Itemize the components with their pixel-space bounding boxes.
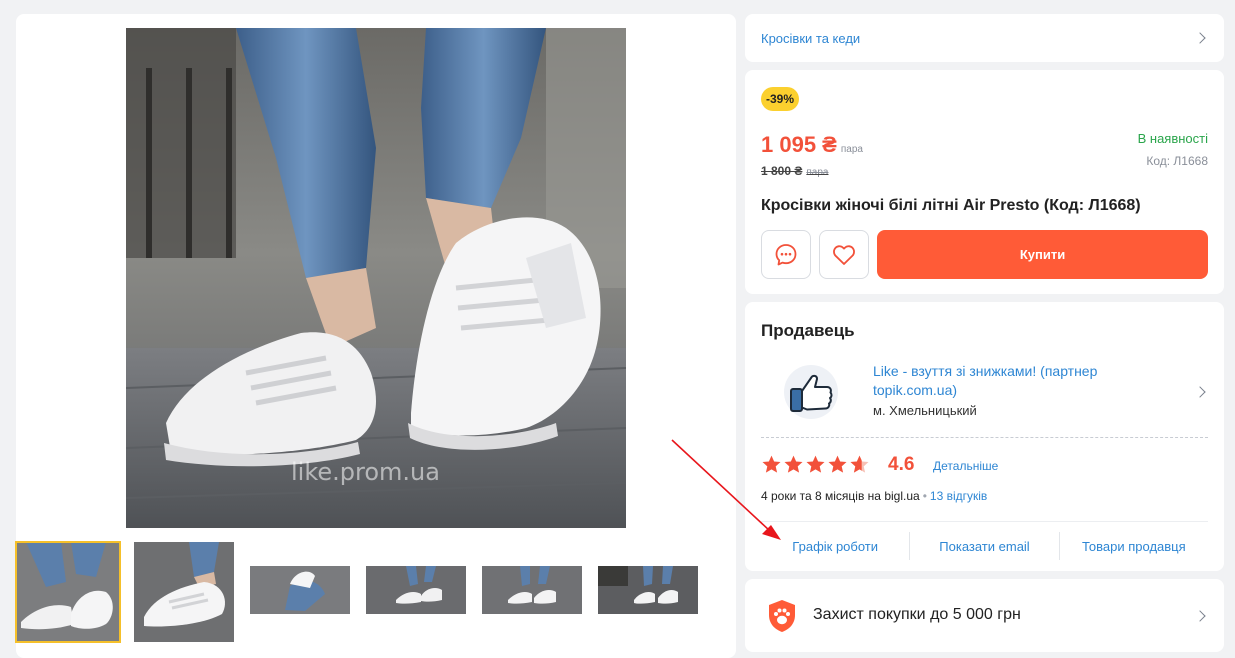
buy-button[interactable]: Купити xyxy=(877,230,1208,279)
seller-logo[interactable] xyxy=(783,364,839,420)
dot-separator: • xyxy=(922,489,927,503)
chevron-right-icon[interactable] xyxy=(1194,386,1206,398)
seller-city: м. Хмельницький xyxy=(873,403,977,418)
heart-icon xyxy=(833,244,855,265)
thumbnail-5[interactable] xyxy=(482,566,582,614)
reviews-link[interactable]: 13 відгуків xyxy=(930,489,987,503)
protection-label: Захист покупки до 5 000 грн xyxy=(813,606,1021,623)
old-price-unit: пара xyxy=(806,167,829,178)
schedule-link[interactable]: Графік роботи xyxy=(761,532,909,560)
watermark-text: like.prom.ua xyxy=(291,458,440,486)
stock-status: В наявності xyxy=(1137,131,1208,146)
product-code: Код: Л1668 xyxy=(1146,154,1208,168)
star-icon xyxy=(806,455,825,473)
star-half-icon xyxy=(850,455,869,473)
category-label: Кросівки та кеди xyxy=(761,30,861,46)
category-link[interactable]: Кросівки та кеди xyxy=(745,14,1224,62)
star-icon xyxy=(762,455,781,473)
price-value: 1 095 ₴ xyxy=(761,132,837,157)
seller-name-link[interactable]: Like - взуття зі знижками! (партнер topi… xyxy=(873,362,1143,400)
old-price-value: 1 800 ₴ xyxy=(761,164,803,178)
purchase-protection-link[interactable]: Захист покупки до 5 000 грн xyxy=(745,579,1224,652)
favorite-button[interactable] xyxy=(819,230,869,279)
thumbnail-3[interactable] xyxy=(250,566,350,614)
show-email-link[interactable]: Показати email xyxy=(909,532,1058,560)
chat-icon xyxy=(775,243,797,265)
seller-products-link[interactable]: Товари продавця xyxy=(1058,532,1208,560)
rating-stars xyxy=(761,454,870,475)
star-icon xyxy=(784,455,803,473)
seller-since-text: 4 роки та 8 місяців на bigl.ua xyxy=(761,489,920,503)
price-card: -39% 1 095 ₴ пара 1 800 ₴ пара В наявності… xyxy=(745,70,1224,294)
current-price: 1 095 ₴ пара xyxy=(761,132,863,158)
seller-actions: Графік роботи Показати email Товари прод… xyxy=(761,532,1208,560)
shield-paw-icon xyxy=(769,600,795,632)
thumbnail-2[interactable] xyxy=(134,542,234,642)
product-title: Кросівки жіночі білі літні Air Presto (К… xyxy=(761,197,1141,214)
chat-button[interactable] xyxy=(761,230,811,279)
thumbnail-strip xyxy=(15,540,736,644)
star-icon xyxy=(828,455,847,473)
thumbnail-4[interactable] xyxy=(366,566,466,614)
chevron-right-icon xyxy=(1194,609,1206,622)
seller-since: 4 роки та 8 місяців на bigl.ua • 13 відгук… xyxy=(761,489,987,503)
product-gallery: like.prom.ua xyxy=(15,14,736,658)
price-unit: пара xyxy=(840,144,863,155)
divider xyxy=(761,437,1208,438)
rating-value: 4.6 xyxy=(888,454,915,475)
chevron-right-icon xyxy=(1194,32,1206,44)
seller-heading: Продавець xyxy=(761,321,855,340)
old-price: 1 800 ₴ пара xyxy=(761,164,828,178)
rating-details-link[interactable]: Детальніше xyxy=(933,459,998,473)
thumbnail-1[interactable] xyxy=(15,541,121,643)
thumbs-up-icon xyxy=(784,365,838,419)
thumbnail-6[interactable] xyxy=(598,566,698,614)
discount-badge: -39% xyxy=(761,87,800,111)
seller-card: Продавець Like - взуття зі знижками! (па… xyxy=(745,302,1224,571)
main-product-photo[interactable]: like.prom.ua xyxy=(126,28,626,528)
divider xyxy=(761,521,1208,522)
